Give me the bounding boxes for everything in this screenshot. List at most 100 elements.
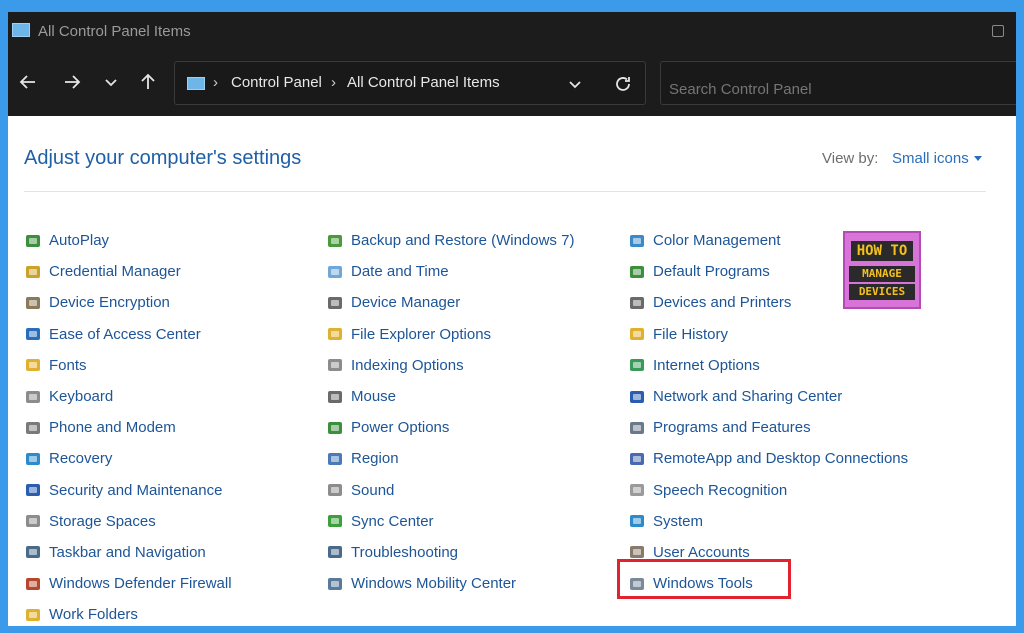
item-label: Network and Sharing Center: [653, 388, 843, 406]
mouse-icon: [326, 388, 344, 406]
control-panel-item[interactable]: AutoPlay: [24, 225, 232, 256]
how-to-manage-devices-logo: HOW TO MANAGE DEVICES: [843, 231, 921, 309]
caret-down-icon[interactable]: [974, 156, 982, 161]
date-time-icon: [326, 263, 344, 281]
recovery-icon: [24, 450, 42, 468]
search-input[interactable]: [660, 61, 1016, 105]
file-history-icon: [628, 325, 646, 343]
control-panel-item[interactable]: Taskbar and Navigation: [24, 537, 232, 568]
navigation-bar: › Control Panel › All Control Panel Item…: [8, 52, 1016, 116]
mobility-center-icon: [326, 575, 344, 593]
fonts-icon: [24, 356, 42, 374]
item-label: Default Programs: [653, 263, 770, 281]
back-button[interactable]: [14, 68, 42, 96]
control-panel-item[interactable]: Troubleshooting: [326, 537, 574, 568]
item-label: Keyboard: [49, 388, 114, 406]
speech-recognition-icon: [628, 481, 646, 499]
recent-locations-button[interactable]: [97, 68, 125, 96]
ease-of-access-icon: [24, 325, 42, 343]
control-panel-item[interactable]: Storage Spaces: [24, 506, 232, 537]
control-panel-item[interactable]: Sync Center: [326, 506, 574, 537]
control-panel-item[interactable]: Phone and Modem: [24, 412, 232, 443]
item-label: File Explorer Options: [351, 325, 492, 343]
control-panel-item[interactable]: Mouse: [326, 381, 574, 412]
devices-printers-icon: [628, 294, 646, 312]
item-label: Sound: [351, 481, 395, 499]
sound-icon: [326, 481, 344, 499]
control-panel-item[interactable]: Programs and Features: [628, 412, 908, 443]
content-area: Adjust your computer's settings View by:…: [8, 116, 1016, 626]
up-arrow-icon: [141, 73, 155, 89]
default-programs-icon: [628, 263, 646, 281]
autoplay-icon: [24, 232, 42, 250]
control-panel-item[interactable]: Credential Manager: [24, 256, 232, 287]
control-panel-item[interactable]: Recovery: [24, 443, 232, 474]
logo-line-2: MANAGE: [849, 266, 915, 282]
control-panel-item[interactable]: Indexing Options: [326, 350, 574, 381]
refresh-button[interactable]: [613, 74, 633, 99]
control-panel-item[interactable]: Security and Maintenance: [24, 475, 232, 506]
control-panel-app-icon: [12, 23, 30, 37]
breadcrumb-control-panel[interactable]: Control Panel: [231, 74, 322, 91]
control-panel-item[interactable]: Work Folders: [24, 599, 232, 626]
view-by-label: View by:: [822, 150, 879, 167]
item-label: Fonts: [49, 356, 87, 374]
item-label: Indexing Options: [351, 356, 464, 374]
item-label: Power Options: [351, 419, 450, 437]
file-explorer-options-icon: [326, 325, 344, 343]
item-label: Recovery: [49, 450, 113, 468]
control-panel-item[interactable]: Internet Options: [628, 350, 908, 381]
item-label: System: [653, 512, 704, 530]
region-icon: [326, 450, 344, 468]
work-folders-icon: [24, 606, 42, 624]
control-panel-item[interactable]: Backup and Restore (Windows 7): [326, 225, 574, 256]
control-panel-item[interactable]: Speech Recognition: [628, 475, 908, 506]
item-label: File History: [653, 325, 729, 343]
control-panel-item[interactable]: Device Manager: [326, 287, 574, 318]
item-label: Troubleshooting: [351, 543, 459, 561]
address-bar[interactable]: › Control Panel › All Control Panel Item…: [174, 61, 646, 105]
item-label: Security and Maintenance: [49, 481, 223, 499]
view-by-dropdown[interactable]: Small icons: [892, 150, 969, 167]
item-label: Color Management: [653, 232, 781, 250]
item-label: Devices and Printers: [653, 294, 792, 312]
control-panel-item[interactable]: Fonts: [24, 350, 232, 381]
control-panel-item[interactable]: RemoteApp and Desktop Connections: [628, 443, 908, 474]
maximize-button[interactable]: [992, 25, 1004, 37]
control-panel-item[interactable]: Keyboard: [24, 381, 232, 412]
control-panel-item[interactable]: Region: [326, 443, 574, 474]
control-panel-item[interactable]: File History: [628, 319, 908, 350]
control-panel-location-icon: [187, 77, 205, 90]
phone-modem-icon: [24, 419, 42, 437]
device-encryption-icon: [24, 294, 42, 312]
item-label: Credential Manager: [49, 263, 181, 281]
page-title: Adjust your computer's settings: [24, 147, 302, 169]
breadcrumb-all-items[interactable]: All Control Panel Items: [347, 74, 500, 91]
up-button[interactable]: [134, 68, 162, 96]
control-panel-item[interactable]: Date and Time: [326, 256, 574, 287]
programs-features-icon: [628, 419, 646, 437]
control-panel-item[interactable]: Ease of Access Center: [24, 319, 232, 350]
address-dropdown-button[interactable]: [567, 76, 583, 97]
items-column-2: Backup and Restore (Windows 7) Date and T…: [326, 225, 574, 599]
chevron-down-icon: [569, 81, 581, 89]
control-panel-item[interactable]: Power Options: [326, 412, 574, 443]
internet-options-icon: [628, 356, 646, 374]
device-manager-icon: [326, 294, 344, 312]
breadcrumb-separator-icon: ›: [213, 74, 218, 91]
control-panel-item[interactable]: Windows Mobility Center: [326, 568, 574, 599]
logo-line-3: DEVICES: [849, 284, 915, 300]
control-panel-item[interactable]: Sound: [326, 475, 574, 506]
control-panel-item[interactable]: File Explorer Options: [326, 319, 574, 350]
control-panel-item[interactable]: System: [628, 506, 908, 537]
refresh-icon: [616, 77, 630, 91]
item-label: Mouse: [351, 388, 397, 406]
control-panel-item[interactable]: Network and Sharing Center: [628, 381, 908, 412]
forward-button[interactable]: [58, 68, 86, 96]
control-panel-item[interactable]: Device Encryption: [24, 287, 232, 318]
item-label: Device Encryption: [49, 294, 170, 312]
control-panel-item[interactable]: Windows Defender Firewall: [24, 568, 232, 599]
item-label: Taskbar and Navigation: [49, 543, 206, 561]
item-label: Sync Center: [351, 512, 434, 530]
network-sharing-icon: [628, 388, 646, 406]
